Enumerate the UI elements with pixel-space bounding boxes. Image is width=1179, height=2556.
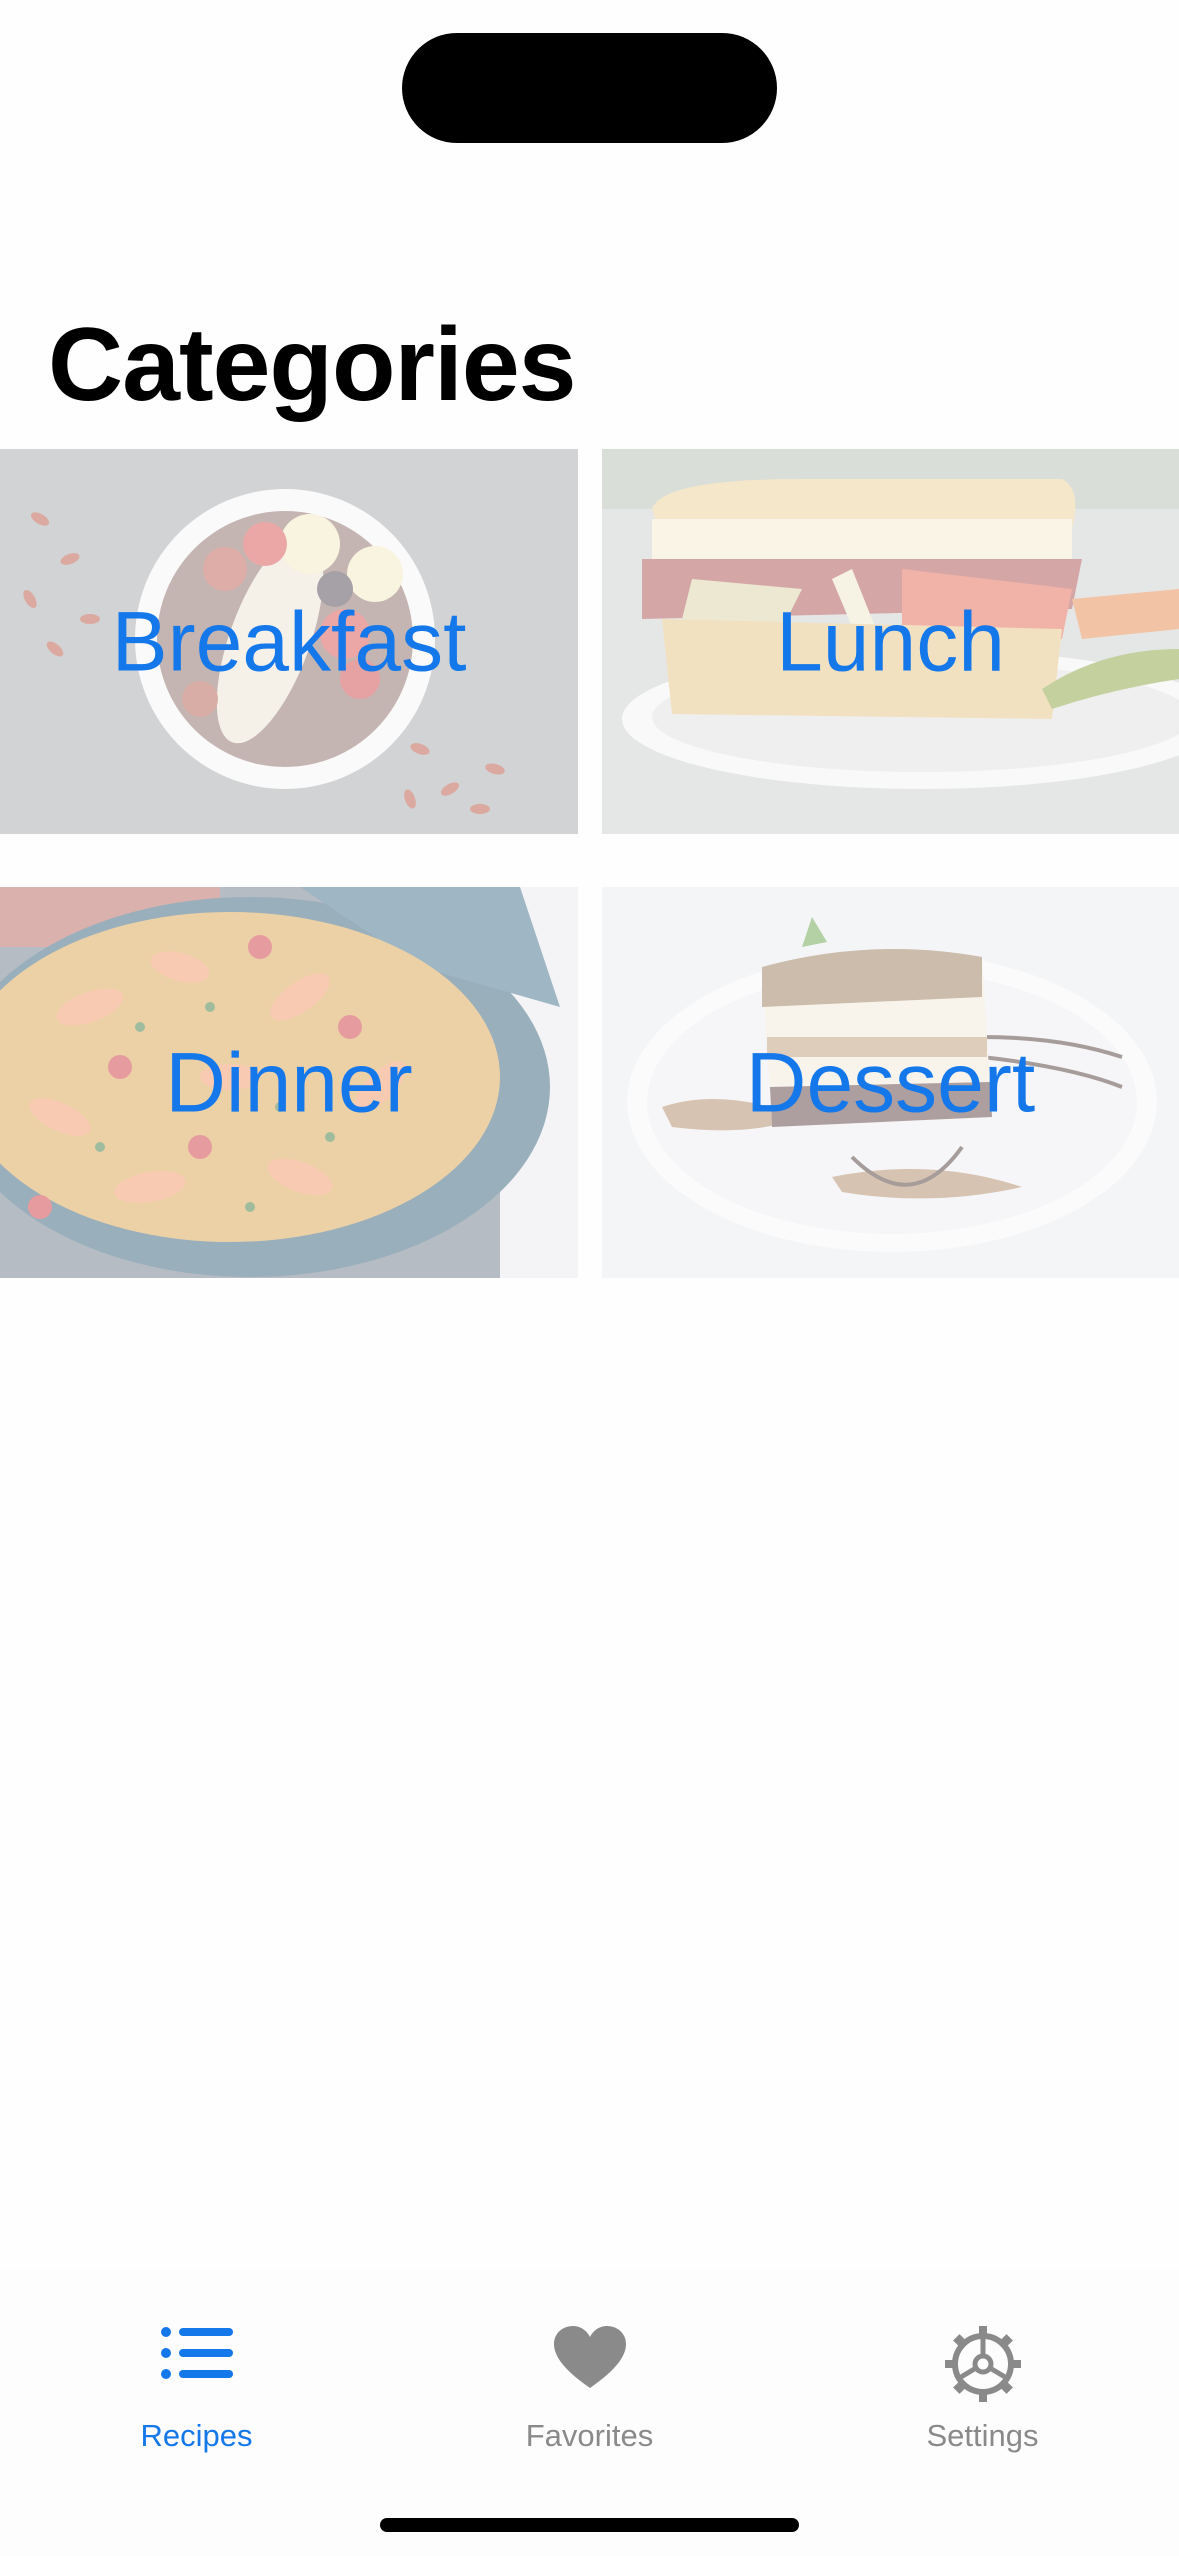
home-indicator[interactable] <box>380 2518 799 2532</box>
tab-recipes[interactable]: Recipes <box>0 2270 393 2470</box>
category-label-dessert: Dessert <box>745 1035 1036 1129</box>
list-icon <box>160 2327 233 2379</box>
gear-icon <box>944 2326 1021 2402</box>
category-tile-breakfast[interactable]: Breakfast <box>0 449 578 834</box>
tab-label-recipes: Recipes <box>140 2418 253 2453</box>
tab-label-settings: Settings <box>926 2418 1039 2453</box>
dynamic-island <box>402 33 777 143</box>
category-tile-dessert[interactable]: Dessert <box>602 887 1179 1278</box>
heart-icon <box>553 2326 626 2388</box>
category-label-breakfast: Breakfast <box>111 594 467 688</box>
category-tile-dinner[interactable]: Dinner <box>0 887 578 1278</box>
tab-label-favorites: Favorites <box>525 2418 654 2453</box>
category-tile-lunch[interactable]: Lunch <box>602 449 1179 834</box>
page-title: Categories <box>48 307 577 423</box>
category-label-lunch: Lunch <box>776 594 1005 688</box>
tab-settings[interactable]: Settings <box>786 2270 1179 2470</box>
category-label-dinner: Dinner <box>165 1035 413 1129</box>
tab-bar: Recipes Favorites Settings <box>0 2270 1179 2556</box>
tab-favorites[interactable]: Favorites <box>393 2270 786 2470</box>
